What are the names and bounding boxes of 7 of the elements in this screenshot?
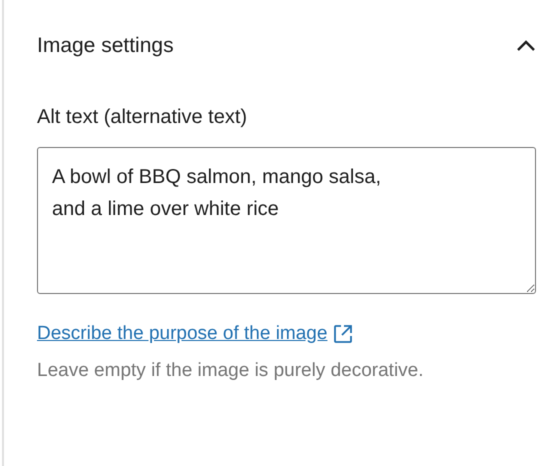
help-link[interactable]: Describe the purpose of the image xyxy=(37,320,354,348)
external-link-icon xyxy=(333,324,354,344)
alt-text-field[interactable]: A bowl of BBQ salmon, mango salsa, and a lime over white rice xyxy=(37,147,536,294)
field-label: Alt text (alternative text) xyxy=(37,105,248,130)
panel-header[interactable]: Image settings xyxy=(37,28,536,64)
help-text: Leave empty if the image is purely decorative. xyxy=(37,359,425,383)
chevron-up-icon xyxy=(516,40,536,52)
